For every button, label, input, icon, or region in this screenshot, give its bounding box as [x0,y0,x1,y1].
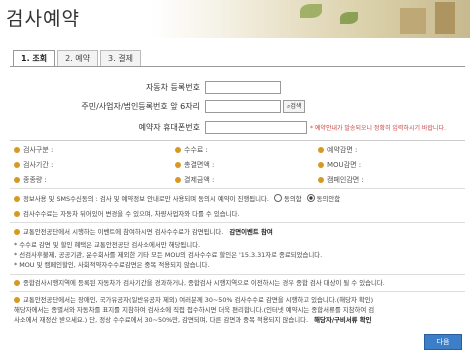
tab-lookup[interactable]: 1. 조회 [13,50,56,67]
note-fee-change: 검사수수료는 자동차 뒤어있어 변경을 수 있으며, 차량사업자와 다를 수 있… [14,210,459,219]
divider [10,188,465,189]
divider [10,222,465,223]
info-fee-label: 수수료 : [184,146,208,154]
tab-reserve[interactable]: 2. 예약 [57,50,99,67]
note-disabled-2: 해당자에서는 종별서와 자동차를 표지를 지참하여 검사소에 직접 접수하시면 … [14,306,375,314]
bullet-icon [318,177,324,183]
note-disabled: 교통안전공단에서는 장애인, 국가유공자(일반유공자 제외) 여러분께 30~5… [14,296,459,305]
next-button[interactable]: 다음 [424,334,462,350]
fee-info-grid [10,140,465,141]
phone-label: 예약자 휴대폰번호 [138,123,200,132]
bullet-icon [175,147,181,153]
id-number-input[interactable] [205,100,281,113]
car-number-label: 자동차 등록번호 [145,83,200,92]
car-number-row: 자동차 등록번호 [40,81,460,94]
divider [10,291,465,292]
phone-input[interactable] [205,121,307,134]
agree-radio[interactable] [273,194,282,202]
event-link[interactable]: 감면이벤트 참여 [229,228,272,236]
bullet-icon [175,162,181,168]
phone-row: 예약자 휴대폰번호 * 예약안내가 발송되오니 정확히 입력하시기 바랍니다. [40,121,460,134]
disagree-label: 동의안함 [316,195,341,203]
info-mou-label: MOU감면 : [327,161,362,169]
id-number-label: 주민/사업자/법인등록번호 앞 6자리 [81,102,200,111]
phone-note: * 예약안내가 발송되오니 정확히 입력하시기 바랍니다. [310,125,446,132]
info-type-label: 검사구분 : [23,146,54,154]
bullet-icon [318,147,324,153]
header-banner-image [150,0,470,38]
note-disabled-3-text: 사소에서 재정산 받으세요.) 단, 정상 수수료에서 30~50%만, 감면되… [14,316,309,324]
info-discount-label: 예약감면 : [327,146,358,154]
bullet-icon [14,229,20,235]
note-event: 교통안전공단에서 시행하는 이벤트에 참여하시면 검사수수료가 감면됩니다. 감… [14,228,459,237]
divider [10,274,465,275]
search-button[interactable]: ⌕검색 [283,100,306,113]
disagree-radio[interactable] [306,194,315,202]
note-event-text: 교통안전공단에서 시행하는 이벤트에 참여하시면 검사수수료가 감면됩니다. [23,228,224,236]
bullet-icon [14,280,20,286]
id-number-row: 주민/사업자/법인등록번호 앞 6자리 ⌕검색 [40,100,460,113]
info-pay: 결제금액 : [175,175,214,185]
note-region-text: 종합검사시행지역에 등록된 자동차가 검사기간을 경과하거나, 종합검사 시행지… [23,279,385,287]
bullet-icon [318,162,324,168]
bullet-icon [14,147,20,153]
agree-label: 동의함 [283,195,302,203]
car-number-input[interactable] [205,81,281,94]
note-discount-1: * 수수료 감면 및 할인 혜택은 교통안전공단 검사소에서만 해당됩니다. [14,241,201,249]
note-region: 종합검사시행지역에 등록된 자동차가 검사기간을 경과하거나, 종합검사 시행지… [14,279,459,288]
info-total: 총결면액 : [175,160,214,170]
search-button-label: 검색 [290,103,302,110]
bullet-icon [14,162,20,168]
info-mou: MOU감면 : [318,160,361,170]
info-fee: 수수료 : [175,145,208,155]
bullet-icon [175,177,181,183]
info-period: 검사기간 : [14,160,53,170]
page-title: 검사예약 [6,8,80,30]
info-discount: 예약감면 : [318,145,357,155]
note-disabled-text: 교통안전공단에서는 장애인, 국가유공자(일반유공자 제외) 여러분께 30~5… [23,296,374,304]
info-total-label: 총결면액 : [184,161,215,169]
info-type: 검사구분 : [14,145,53,155]
bullet-icon [14,177,20,183]
info-pay-label: 결제금액 : [184,176,215,184]
bullet-icon [14,211,20,217]
info-period-label: 검사기간 : [23,161,54,169]
info-car-kind: 종종량 : [14,175,47,185]
documents-link[interactable]: 해당자/구비서류 확인 [314,316,371,324]
info-campaign-label: 캠페인감면 : [327,176,364,184]
note-discount-2: * 선검사후불제, 공공기관, 운수회사를 제외한 기타 모든 MOU의 검사수… [14,251,323,259]
step-tabs: 1. 조회 2. 예약 3. 결제 [13,50,143,67]
tab-divider [10,66,465,67]
bullet-icon [14,196,20,202]
sms-consent: 정보사용 및 SMS수신동의 : 검사 및 예약정보 안내로만 사용되며 동의시… [14,194,459,204]
sms-consent-text: 정보사용 및 SMS수신동의 : 검사 및 예약정보 안내로만 사용되며 동의시… [23,195,269,203]
info-car-kind-label: 종종량 : [23,176,47,184]
info-campaign: 캠페인감면 : [318,175,364,185]
note-discount-3: * MOU 및 캠페인할인, 사회적약자수수료감면은 중복 적용되지 않습니다. [14,261,210,269]
note-fee-change-text: 검사수수료는 자동차 뒤어있어 변경을 수 있으며, 차량사업자와 다를 수 있… [23,210,240,218]
note-disabled-3: 사소에서 재정산 받으세요.) 단, 정상 수수료에서 30~50%만, 감면되… [14,316,459,325]
tab-payment[interactable]: 3. 결제 [100,50,141,67]
bullet-icon [14,297,20,303]
